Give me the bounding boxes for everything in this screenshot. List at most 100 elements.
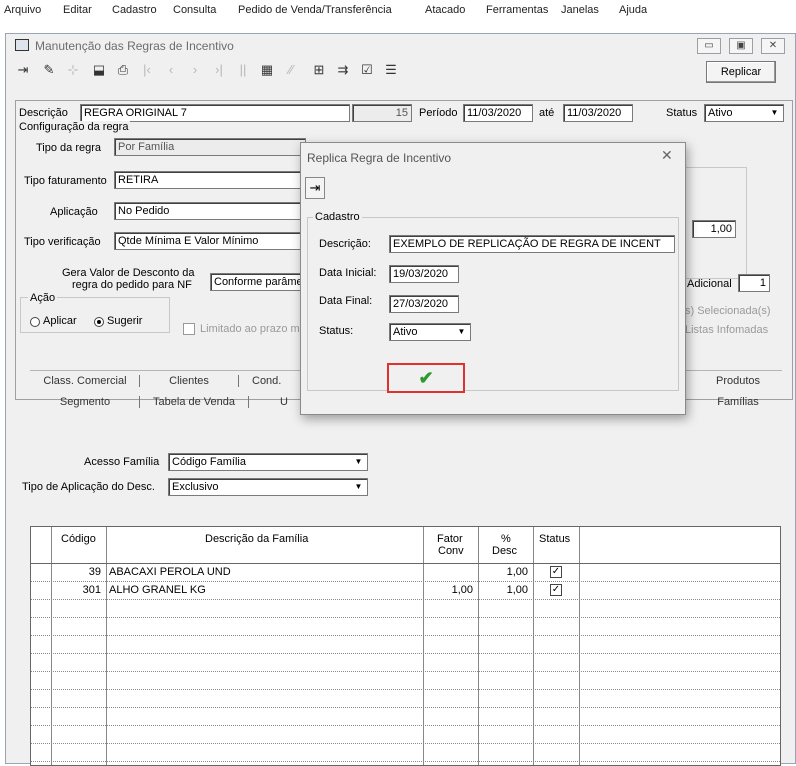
menu-pedido-venda[interactable]: Pedido de Venda/Transferência: [238, 4, 392, 16]
dlg-data-inicial-label: Data Inicial:: [319, 267, 377, 279]
tab-produtos[interactable]: Produtos: [696, 375, 780, 387]
status-label: Status: [666, 107, 698, 119]
adicional-field[interactable]: 1: [738, 274, 770, 292]
dlg-status-select[interactable]: Ativo ▼: [389, 323, 471, 341]
row-codigo: 39: [88, 566, 101, 578]
tipo-aplicacao-value: Exclusivo: [172, 481, 219, 493]
tipo-aplicacao-select[interactable]: Exclusivo ▼: [168, 478, 368, 496]
row-line: [31, 617, 780, 618]
limitado-checkbox[interactable]: [183, 323, 195, 335]
aplicar-radio[interactable]: [30, 317, 40, 327]
stop-disabled-icon[interactable]: ||: [232, 59, 254, 81]
row-line: [31, 725, 780, 726]
dlg-data-inicial-field[interactable]: 19/03/2020: [389, 265, 459, 283]
tab-segmento[interactable]: Segmento: [36, 396, 134, 408]
move-row-icon[interactable]: ⇉: [332, 59, 354, 81]
tab-familias[interactable]: Famílias: [696, 396, 780, 408]
save-icon[interactable]: ⬓: [88, 59, 110, 81]
minimize-icon[interactable]: ▭: [697, 38, 721, 54]
tab-u[interactable]: U: [256, 396, 296, 408]
table-row[interactable]: 39 ABACAXI PEROLA UND 1,00 ✓: [31, 563, 780, 581]
menu-janelas[interactable]: Janelas: [561, 4, 599, 16]
aplicar-label: Aplicar: [43, 315, 77, 327]
acesso-familia-select[interactable]: Código Família ▼: [168, 453, 368, 471]
selecionadas-label: s) Selecionada(s): [685, 305, 771, 317]
dialog-title: Replica Regra de Incentivo: [307, 151, 452, 165]
new-disabled-icon[interactable]: ⊹: [62, 59, 84, 81]
dlg-descricao-field[interactable]: EXEMPLO DE REPLICAÇÃO DE REGRA DE INCENT: [389, 235, 675, 253]
exit-door-icon[interactable]: ⇥: [305, 177, 325, 199]
gera-valor-label-2: regra do pedido para NF: [72, 279, 192, 291]
menu-ferramentas[interactable]: Ferramentas: [486, 4, 548, 16]
tipo-verificacao-field[interactable]: Qtde Mínima E Valor Mínimo: [114, 232, 306, 250]
menu-ajuda[interactable]: Ajuda: [619, 4, 647, 16]
row-line: [31, 635, 780, 636]
table-row[interactable]: 301 ALHO GRANEL KG 1,00 1,00 ✓: [31, 581, 780, 599]
confirm-checkmark-icon[interactable]: ✔: [391, 367, 461, 389]
next-disabled-icon[interactable]: ›: [184, 59, 206, 81]
menu-cadastro[interactable]: Cadastro: [112, 4, 157, 16]
confirm-highlight: ✔: [387, 363, 465, 393]
gera-valor-field[interactable]: Conforme parâme: [210, 273, 306, 291]
acao-group-label: Ação: [28, 292, 58, 304]
row-line: [31, 743, 780, 744]
tipo-verificacao-label: Tipo verificação: [24, 236, 101, 248]
col-fator-header-2: Conv: [438, 545, 464, 557]
add-row-icon[interactable]: ⊞: [308, 59, 330, 81]
first-disabled-icon[interactable]: |‹: [136, 59, 158, 81]
filter-disabled-icon[interactable]: ⁄⁄: [280, 59, 302, 81]
row-line: [31, 689, 780, 690]
status-select[interactable]: Ativo ▼: [704, 104, 784, 122]
listas-label: Listas Infomadas: [685, 324, 769, 336]
close-icon[interactable]: ✕: [761, 38, 785, 54]
edit-pencil-icon[interactable]: ✎: [38, 59, 60, 81]
sugerir-radio[interactable]: [94, 317, 104, 327]
row-line: [31, 653, 780, 654]
descricao-label: Descrição: [19, 107, 68, 119]
periodo-label: Período: [419, 107, 458, 119]
ate-label: até: [539, 107, 555, 119]
status-checkbox[interactable]: ✓: [550, 566, 562, 578]
prev-disabled-icon[interactable]: ‹: [160, 59, 182, 81]
chevron-down-icon: ▼: [457, 327, 466, 336]
list-icon[interactable]: ☰: [380, 59, 402, 81]
close-icon[interactable]: ✕: [661, 147, 673, 164]
row-line: [31, 581, 780, 582]
dlg-status-value: Ativo: [393, 326, 418, 338]
tab-tabela-venda[interactable]: Tabela de Venda: [139, 396, 249, 408]
status-checkbox[interactable]: ✓: [550, 584, 562, 596]
menu-atacado[interactable]: Atacado: [425, 4, 465, 16]
last-disabled-icon[interactable]: ›|: [208, 59, 230, 81]
print-icon[interactable]: ⎙: [112, 59, 134, 81]
chevron-down-icon: ▼: [354, 457, 363, 466]
row-line: [31, 671, 780, 672]
dlg-descricao-label: Descrição:: [319, 238, 371, 250]
config-group-label: Configuração da regra: [19, 121, 131, 133]
familias-grid[interactable]: Código Descrição da Família Fator Conv %…: [30, 526, 781, 766]
tab-class-comercial[interactable]: Class. Comercial: [36, 375, 134, 387]
valor-right-field[interactable]: 1,00: [692, 220, 736, 238]
row-line: [31, 599, 780, 600]
tipo-faturamento-field[interactable]: RETIRA: [114, 171, 306, 189]
tipo-regra-field: Por Família: [114, 138, 306, 156]
replicar-button[interactable]: Replicar: [706, 61, 776, 83]
aplicacao-field[interactable]: No Pedido: [114, 202, 306, 220]
checklist-icon[interactable]: ☑: [356, 59, 378, 81]
dlg-data-final-field[interactable]: 27/03/2020: [389, 295, 459, 313]
tipo-regra-label: Tipo da regra: [36, 142, 102, 154]
menu-arquivo[interactable]: Arquivo: [4, 4, 41, 16]
row-desc: 1,00: [506, 584, 528, 596]
cadastro-group-label: Cadastro: [313, 211, 362, 223]
gera-valor-label-1: Gera Valor de Desconto da: [62, 267, 195, 279]
maximize-icon[interactable]: ▣: [729, 38, 753, 54]
grid-icon[interactable]: ▦: [256, 59, 278, 81]
descricao-field[interactable]: REGRA ORIGINAL 7: [80, 104, 350, 122]
exit-door-icon[interactable]: ⇥: [12, 59, 34, 81]
tab-cond[interactable]: Cond.: [246, 375, 306, 387]
col-fator-header-1: Fator: [437, 533, 463, 545]
periodo-fim-field[interactable]: 11/03/2020: [563, 104, 633, 122]
menu-editar[interactable]: Editar: [63, 4, 92, 16]
tab-clientes[interactable]: Clientes: [139, 375, 239, 387]
periodo-inicio-field[interactable]: 11/03/2020: [463, 104, 533, 122]
menu-consulta[interactable]: Consulta: [173, 4, 216, 16]
